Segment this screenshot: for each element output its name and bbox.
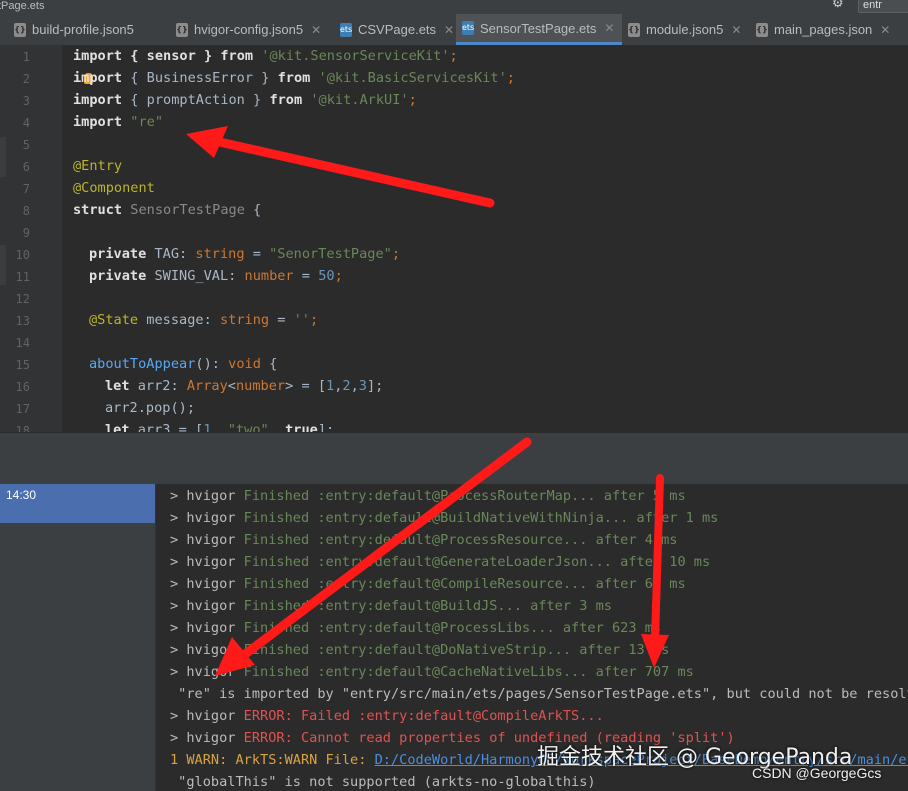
window-title: tPage.ets (0, 0, 45, 12)
line-number: 17 (15, 402, 30, 416)
tab-label: main_pages.json (774, 22, 873, 37)
line-number: 5 (22, 138, 30, 152)
code-line-6: @Entry (73, 158, 123, 174)
close-icon[interactable]: ✕ (880, 23, 890, 37)
line-number: 11 (15, 270, 30, 284)
code-line-10: private TAG: string = "SenorTestPage"; (89, 246, 401, 262)
run-history-item[interactable]: 14:30 (0, 484, 155, 523)
code-line-15: aboutToAppear(): void { (89, 356, 278, 372)
ets-file-icon: ets (340, 22, 352, 37)
console-warning-line: "re" is imported by "entry/src/main/ets/… (170, 686, 908, 702)
tab-label: CSVPage.ets (358, 22, 437, 37)
close-icon[interactable]: ✕ (444, 23, 454, 37)
line-number: 8 (22, 204, 30, 218)
close-icon[interactable]: ✕ (311, 23, 321, 37)
console-line: > hvigor Finished :entry:default@Compile… (170, 576, 686, 592)
line-number: 13 (15, 314, 30, 328)
line-number-gutter: 1 2 3 4 5 6 7 8 9 10 11 12 13 14 15 16 1… (0, 45, 62, 432)
tab-main-pages[interactable]: {} main_pages.json ✕ (756, 14, 906, 45)
json5-file-icon: {} (176, 22, 188, 37)
line-number: 12 (15, 292, 30, 306)
code-line-7: @Component (73, 180, 155, 196)
title-bar: tPage.ets ⚙ entr (0, 0, 908, 14)
line-number: 6 (22, 160, 30, 174)
console-line: > hvigor Finished :entry:default@DoNativ… (170, 642, 670, 658)
code-line-11: private SWING_VAL: number = 50; (89, 268, 343, 284)
code-line-16: let arr2: Array<number> = [1,2,3]; (105, 378, 384, 394)
code-line-3: import { promptAction } from '@kit.ArkUI… (73, 92, 417, 108)
code-line-8: struct SensorTestPage { (73, 202, 262, 218)
tab-hvigor-config[interactable]: {} hvigor-config.json5 ✕ (176, 14, 334, 45)
console-line: > hvigor Finished :entry:default@BuildJS… (170, 598, 612, 614)
ets-file-icon: ets (462, 21, 474, 35)
console-line: > hvigor Finished :entry:default@Process… (170, 532, 678, 548)
line-number: 10 (15, 248, 30, 262)
tab-build-profile[interactable]: {} build-profile.json5 (14, 14, 166, 45)
code-line-18: let arr3 = [1, "two", true]; (105, 422, 335, 432)
console-line: > hvigor Finished :entry:default@BuildNa… (170, 510, 719, 526)
close-icon[interactable]: ✕ (731, 23, 741, 37)
line-number: 3 (22, 94, 30, 108)
tab-label: module.json5 (646, 22, 724, 37)
json5-file-icon: {} (628, 22, 640, 37)
code-line-2: import { BusinessError } from '@kit.Basi… (73, 70, 515, 86)
line-number: 15 (15, 358, 30, 372)
line-number: 14 (15, 336, 30, 350)
tab-module[interactable]: {} module.json5 ✕ (628, 14, 754, 45)
line-number: 7 (22, 182, 30, 196)
line-number: 16 (15, 380, 30, 394)
line-number: 9 (22, 226, 30, 240)
tab-sensortestpage[interactable]: ets SensorTestPage.ets ✕ (456, 14, 622, 45)
code-line-17: arr2.pop(); (105, 400, 196, 416)
line-number: 2 (22, 72, 30, 86)
code-line-1: import { sensor } from '@kit.SensorServi… (73, 48, 458, 64)
code-line-13: @State message: string = ''; (89, 312, 319, 328)
line-number: 4 (22, 116, 30, 130)
console-line: > hvigor Finished :entry:default@Process… (170, 488, 686, 504)
watermark-csdn: CSDN @GeorgeGcs (752, 765, 882, 781)
panel-splitter[interactable] (0, 432, 908, 485)
tab-label: SensorTestPage.ets (480, 20, 597, 36)
json5-file-icon: {} (14, 22, 26, 37)
console-line: > hvigor Finished :entry:default@Process… (170, 620, 662, 636)
console-line: > hvigor Finished :entry:default@CacheNa… (170, 664, 694, 680)
tab-label: build-profile.json5 (32, 22, 134, 37)
run-config-selector[interactable]: entr (858, 0, 908, 13)
line-number: 1 (22, 50, 30, 64)
close-icon[interactable]: ✕ (604, 21, 614, 35)
editor-tab-bar: {} build-profile.json5 {} hvigor-config.… (0, 14, 908, 46)
line-number: 18 (15, 424, 30, 432)
run-history-list: 14:30 (0, 484, 155, 791)
console-warning-line: "globalThis" is not supported (arkts-no-… (170, 774, 596, 790)
console-error-line: > hvigor ERROR: Failed :entry:default@Co… (170, 708, 604, 724)
tab-csvpage[interactable]: ets CSVPage.ets ✕ (340, 14, 456, 45)
code-editor[interactable]: 1 2 3 4 5 6 7 8 9 10 11 12 13 14 15 16 1… (0, 45, 908, 432)
tab-label: hvigor-config.json5 (194, 22, 304, 37)
json-file-icon: {} (756, 22, 768, 37)
gear-icon[interactable]: ⚙ (832, 0, 844, 9)
code-line-4: import "re" (73, 114, 164, 130)
console-line: > hvigor Finished :entry:default@Generat… (170, 554, 711, 570)
